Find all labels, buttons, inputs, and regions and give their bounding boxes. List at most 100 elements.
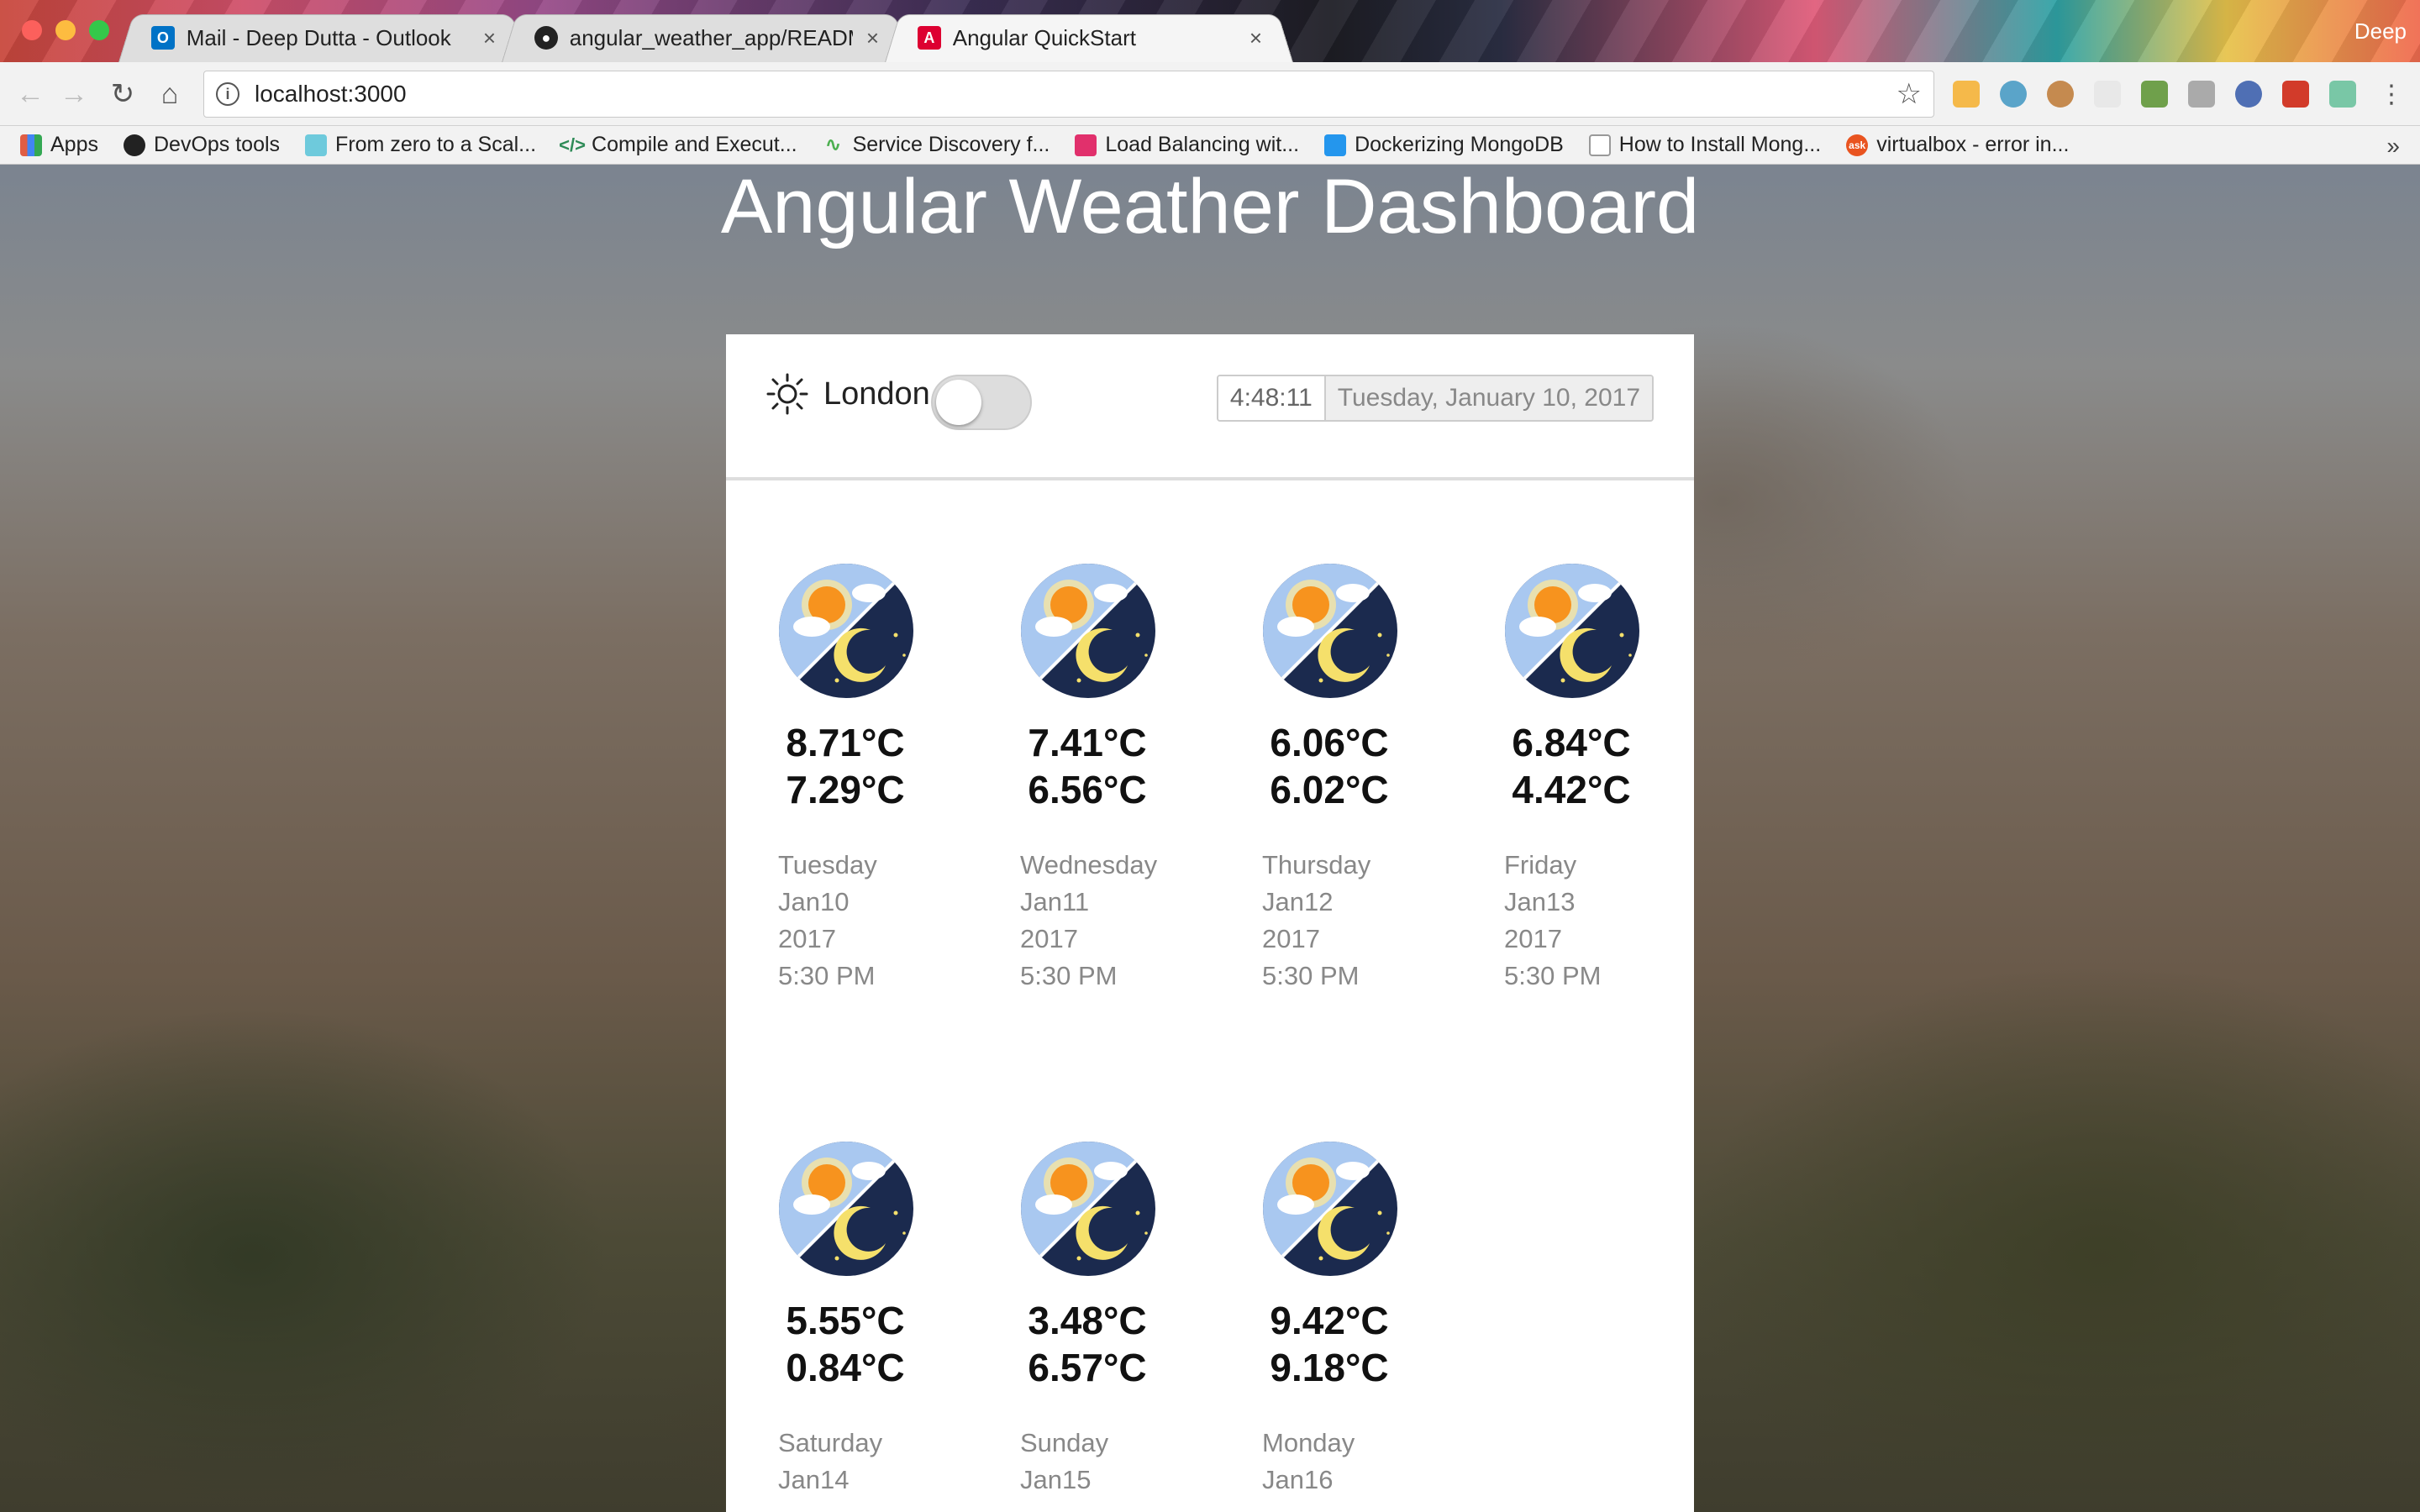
back-icon[interactable]: ← [13, 77, 47, 111]
temperature-high: 6.06°C [1270, 721, 1389, 764]
bookmark-install-mongo[interactable]: How to Install Mong... [1588, 133, 1821, 157]
forecast-weekday: Monday [1262, 1428, 1355, 1457]
bookmark-service-discovery[interactable]: ∿ Service Discovery f... [823, 133, 1050, 157]
bookmark-compile[interactable]: </> Compile and Execut... [559, 133, 797, 157]
cookie-extension-icon[interactable] [2047, 81, 2074, 108]
json-extension-icon[interactable] [2094, 81, 2121, 108]
bookmark-devops-tools[interactable]: DevOps tools [123, 133, 281, 157]
forecast-weekday: Wednesday [1020, 850, 1158, 879]
forecast-date: Jan11 [1020, 887, 1090, 916]
bookmark-label: DevOps tools [153, 133, 281, 156]
temperature-low: 6.56°C [1028, 768, 1147, 811]
profile-button[interactable]: Deep [2354, 18, 2407, 45]
bookmarks-bar: Apps DevOps tools From zero to a Scal...… [0, 126, 2420, 165]
toggle-knob[interactable] [936, 380, 981, 425]
day-night-weather-icon [1021, 564, 1155, 698]
reload-icon[interactable]: ↻ [106, 77, 139, 111]
temperature-low: 7.29°C [786, 768, 905, 811]
bookmark-apps[interactable]: Apps [20, 133, 98, 157]
forecast-day: 5.55°C 0.84°C Saturday Jan14 [778, 1141, 938, 1499]
extension-icon[interactable] [1953, 81, 1980, 108]
close-window-button[interactable] [22, 20, 42, 40]
more-bookmarks-button[interactable]: » [2386, 133, 2400, 160]
units-toggle[interactable] [931, 375, 1032, 430]
forecast-day: 3.48°C 6.57°C Sunday Jan15 [1020, 1141, 1180, 1499]
maximize-window-button[interactable] [89, 20, 109, 40]
bookmark-scal[interactable]: From zero to a Scal... [305, 133, 536, 157]
forecast-date: Jan13 [1504, 887, 1576, 916]
forecast-date: Jan10 [778, 887, 850, 916]
forecast-info: Monday Jan16 [1262, 1425, 1422, 1499]
datetime-display: 4:48:11 Tuesday, January 10, 2017 [1216, 375, 1654, 422]
bookmark-load-balancing[interactable]: Load Balancing wit... [1075, 133, 1299, 157]
close-tab-icon[interactable]: × [483, 25, 496, 51]
forecast-info: Sunday Jan15 [1020, 1425, 1180, 1499]
forecast-date: Jan14 [778, 1465, 850, 1494]
extension-icon[interactable] [2188, 81, 2215, 108]
tab-github-readme[interactable]: ● angular_weather_app/README × [501, 13, 911, 62]
page-content: Angular Weather Dashboard London 4:48:11… [0, 165, 2420, 1512]
extension-icon[interactable] [2000, 81, 2027, 108]
forecast-info: Friday Jan13 2017 5:30 PM [1504, 847, 1664, 995]
bookmark-label: Service Discovery f... [852, 133, 1050, 156]
temperature-high: 9.42°C [1270, 1299, 1389, 1342]
temperature-low: 6.02°C [1270, 768, 1389, 811]
browser-toolbar: ← → ↻ ⌂ i localhost:3000 ☆ ⋮ [0, 62, 2420, 126]
slack-icon [305, 134, 328, 156]
tab-title: angular_weather_app/README [569, 24, 853, 50]
menu-icon[interactable]: ⋮ [2375, 77, 2408, 111]
temperature-high: 6.84°C [1512, 721, 1631, 764]
bookmark-label: Load Balancing wit... [1105, 133, 1300, 156]
day-night-weather-icon [779, 564, 913, 698]
page-icon [1588, 134, 1611, 156]
forecast-weekday: Sunday [1020, 1428, 1109, 1457]
github-icon: ● [534, 26, 558, 50]
tab-title: Mail - Deep Dutta - Outlook [186, 24, 451, 50]
tab-angular-quickstart[interactable]: A Angular QuickStart × [884, 13, 1294, 62]
bookmark-star-icon[interactable]: ☆ [1897, 77, 1922, 111]
forward-icon[interactable]: → [57, 77, 91, 111]
tab-outlook[interactable]: O Mail - Deep Dutta - Outlook × [118, 13, 528, 62]
close-tab-icon[interactable]: × [1249, 25, 1262, 51]
temperature-low: 9.18°C [1270, 1346, 1389, 1389]
forecast-weekday: Friday [1504, 850, 1577, 879]
bookmark-virtualbox[interactable]: ask virtualbox - error in... [1846, 133, 2069, 157]
forecast-time: 5:30 PM [1504, 961, 1602, 990]
instagram-icon [1075, 134, 1097, 156]
temperature-high: 3.48°C [1028, 1299, 1147, 1342]
bookmark-label: Apps [50, 133, 98, 156]
url-text: localhost:3000 [255, 81, 407, 107]
home-icon[interactable]: ⌂ [153, 77, 187, 111]
extension-icon[interactable] [2235, 81, 2262, 108]
forecast-weekday: Thursday [1262, 850, 1371, 879]
forecast-year: 2017 [1020, 924, 1078, 953]
extension-icon[interactable] [2141, 81, 2168, 108]
minimize-window-button[interactable] [55, 20, 76, 40]
forecast-date: Jan16 [1262, 1465, 1334, 1494]
pulse-icon: ∿ [824, 134, 842, 156]
temperature-low: 6.57°C [1028, 1346, 1147, 1389]
extension-icon[interactable] [2329, 81, 2356, 108]
weather-card: London 4:48:11 Tuesday, January 10, 2017 [726, 334, 1694, 1512]
site-info-icon[interactable]: i [216, 82, 239, 106]
forecast-time: 5:30 PM [778, 961, 876, 990]
apps-grid-icon [20, 134, 42, 156]
forecast-date: Jan15 [1020, 1465, 1092, 1494]
forecast-day: 9.42°C 9.18°C Monday Jan16 [1262, 1141, 1422, 1499]
forecast-day: 6.06°C 6.02°C Thursday Jan12 2017 5:30 PM [1262, 563, 1422, 995]
address-bar[interactable]: i localhost:3000 ☆ [203, 71, 1934, 118]
cors-extension-icon[interactable] [2282, 81, 2309, 108]
city-name: London [823, 376, 930, 412]
temperature-high: 8.71°C [786, 721, 905, 764]
current-date: Tuesday, January 10, 2017 [1325, 376, 1652, 420]
day-night-weather-icon [779, 1142, 913, 1276]
bookmark-label: virtualbox - error in... [1876, 133, 2070, 156]
forecast-info: Saturday Jan14 [778, 1425, 938, 1499]
forecast-weekday: Saturday [778, 1428, 883, 1457]
bookmark-dockerizing-mongodb[interactable]: Dockerizing MongoDB [1324, 133, 1564, 157]
current-time: 4:48:11 [1218, 376, 1326, 420]
forecast-year: 2017 [778, 924, 836, 953]
forecast-info: Tuesday Jan10 2017 5:30 PM [778, 847, 938, 995]
close-tab-icon[interactable]: × [866, 25, 879, 51]
forecast-year: 2017 [1504, 924, 1562, 953]
